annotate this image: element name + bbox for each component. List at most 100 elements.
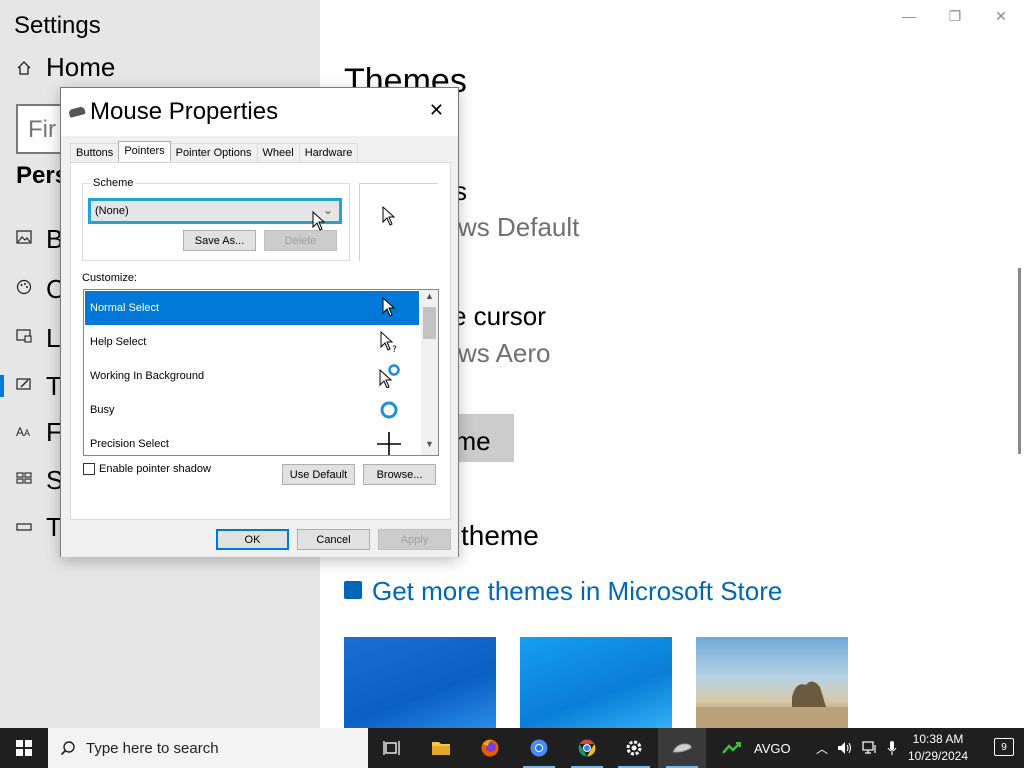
system-tray: ︿ <box>816 728 897 768</box>
mouse-pointer-icon <box>312 211 326 231</box>
taskbar-search-box[interactable]: Type here to search <box>48 728 368 768</box>
network-icon[interactable] <box>862 741 878 755</box>
arrow-cursor-icon <box>382 206 396 226</box>
cursor-name: Help Select <box>90 336 147 348</box>
scheme-group: Scheme (None) ⌄ Save As... Delete <box>82 177 350 261</box>
scroll-down-arrow-icon[interactable]: ▼ <box>421 439 438 454</box>
use-default-button[interactable]: Use Default <box>282 464 355 485</box>
tab-hardware[interactable]: Hardware <box>298 143 359 163</box>
volume-icon[interactable] <box>837 741 853 755</box>
beach-scene-icon <box>696 681 848 728</box>
settings-scrollbar[interactable] <box>1018 268 1021 454</box>
home-icon <box>17 60 31 75</box>
scheme-dropdown-value: (None) <box>95 205 129 217</box>
stock-widget[interactable]: AVGO <box>722 728 791 768</box>
store-link-label: Get more themes in Microsoft Store <box>372 576 783 606</box>
clock-date: 10/29/2024 <box>907 749 969 763</box>
chrome-profile-icon[interactable] <box>563 728 611 768</box>
scroll-up-arrow-icon[interactable]: ▲ <box>421 291 438 306</box>
close-button[interactable]: ✕ <box>978 0 1024 32</box>
apply-button[interactable]: Apply <box>378 529 451 550</box>
tab-pointers[interactable]: Pointers <box>118 141 171 161</box>
scheme-dropdown[interactable]: (None) ⌄ <box>88 198 342 224</box>
scheme-label: Scheme <box>91 177 136 189</box>
scrollbar-thumb[interactable] <box>423 307 436 339</box>
windows-logo-icon <box>16 740 32 756</box>
list-item-precision-select[interactable]: Precision Select <box>85 427 419 455</box>
delete-button[interactable]: Delete <box>264 230 337 251</box>
crosshair-cursor-icon <box>377 432 401 455</box>
stock-chart-icon <box>722 742 741 754</box>
taskbar-search-placeholder: Type here to search <box>86 739 219 757</box>
tab-buttons[interactable]: Buttons <box>70 143 120 163</box>
list-item-normal-select[interactable]: Normal Select <box>85 291 419 325</box>
chrome-icon[interactable] <box>515 728 563 768</box>
restore-button[interactable]: ❐ <box>932 0 978 32</box>
image-icon <box>16 230 36 248</box>
ok-button[interactable]: OK <box>216 529 289 550</box>
save-as-button[interactable]: Save As... <box>183 230 256 251</box>
taskbar: Type here to search AVGO ︿ 10:38 AM 10/2… <box>0 728 1024 768</box>
settings-gear-icon[interactable] <box>610 728 658 768</box>
theme-thumbnail-beach[interactable] <box>696 637 848 728</box>
home-label: Home <box>46 52 116 82</box>
cursor-list-scrollbar[interactable]: ▲ ▼ <box>421 290 438 455</box>
dialog-close-button[interactable]: ✕ <box>429 100 444 121</box>
tab-pointer-options[interactable]: Pointer Options <box>169 143 258 163</box>
svg-text:?: ? <box>392 345 397 354</box>
start-button[interactable] <box>0 728 48 768</box>
pointer-shadow-label: Enable pointer shadow <box>99 463 211 475</box>
theme-thumbnail-windows[interactable] <box>344 637 496 728</box>
cursor-name: Working In Background <box>90 370 205 382</box>
cursor-name: Busy <box>90 404 115 416</box>
cursor-name: Normal Select <box>90 302 160 314</box>
taskbar-icon <box>16 519 36 536</box>
tab-wheel[interactable]: Wheel <box>256 143 300 163</box>
start-icon <box>16 471 36 489</box>
busy-cursor-icon <box>380 401 398 419</box>
mouse-cursor-heading[interactable]: e cursor <box>452 301 546 332</box>
dialog-body: Buttons Pointers Pointer Options Wheel H… <box>61 136 458 557</box>
mouse-properties-taskbar-icon[interactable] <box>658 728 706 768</box>
dialog-title: Mouse Properties <box>90 98 279 125</box>
list-item-working-in-background[interactable]: Working In Background <box>85 359 419 393</box>
task-view-icon[interactable] <box>368 728 416 768</box>
sidebar-item-label: L <box>46 322 61 353</box>
pointers-tab-panel: Scheme (None) ⌄ Save As... Delete Custom… <box>70 162 451 520</box>
cancel-button[interactable]: Cancel <box>297 529 370 550</box>
mouse-properties-dialog: Mouse Properties ✕ Buttons Pointers Poin… <box>60 87 459 557</box>
stock-symbol: AVGO <box>754 740 791 756</box>
help-cursor-icon: ? <box>380 330 397 354</box>
mouse-cursor-value: ws Aero <box>458 338 551 368</box>
show-hidden-icons-icon[interactable]: ︿ <box>816 740 828 757</box>
cursor-list[interactable]: Normal Select Help Select ? Working In B… <box>83 289 439 456</box>
firefox-icon[interactable] <box>466 728 514 768</box>
microphone-icon[interactable] <box>887 740 897 756</box>
file-explorer-icon[interactable] <box>417 728 465 768</box>
dialog-titlebar[interactable]: Mouse Properties ✕ <box>61 88 458 136</box>
home-nav-item[interactable]: Home <box>16 52 115 83</box>
background-value: ws Default <box>458 212 580 242</box>
customize-label: Customize: <box>82 272 138 284</box>
list-item-help-select[interactable]: Help Select ? <box>85 325 419 359</box>
minimize-button[interactable]: — <box>886 0 932 32</box>
font-icon: AA <box>16 425 31 439</box>
list-item-busy[interactable]: Busy <box>85 393 419 427</box>
mouse-icon <box>68 106 86 118</box>
app-title: Settings <box>14 12 101 39</box>
search-icon <box>60 741 75 756</box>
browse-button[interactable]: Browse... <box>363 464 436 485</box>
arrow-cursor-icon <box>382 296 396 317</box>
cursor-name: Precision Select <box>90 438 169 450</box>
window-controls: — ❐ ✕ <box>886 0 1024 32</box>
cursor-preview <box>359 183 438 261</box>
notification-center-button[interactable]: 9 <box>980 728 1020 768</box>
notification-count: 9 <box>1001 741 1007 753</box>
notification-icon: 9 <box>994 738 1014 756</box>
palette-icon <box>16 279 36 299</box>
enable-pointer-shadow-option[interactable]: Enable pointer shadow <box>83 463 211 475</box>
microsoft-store-link[interactable]: Get more themes in Microsoft Store <box>344 576 782 607</box>
clock[interactable]: 10:38 AM 10/29/2024 <box>906 731 970 765</box>
theme-thumbnail-windows-light[interactable] <box>520 637 672 728</box>
pointer-shadow-checkbox[interactable] <box>83 463 95 475</box>
